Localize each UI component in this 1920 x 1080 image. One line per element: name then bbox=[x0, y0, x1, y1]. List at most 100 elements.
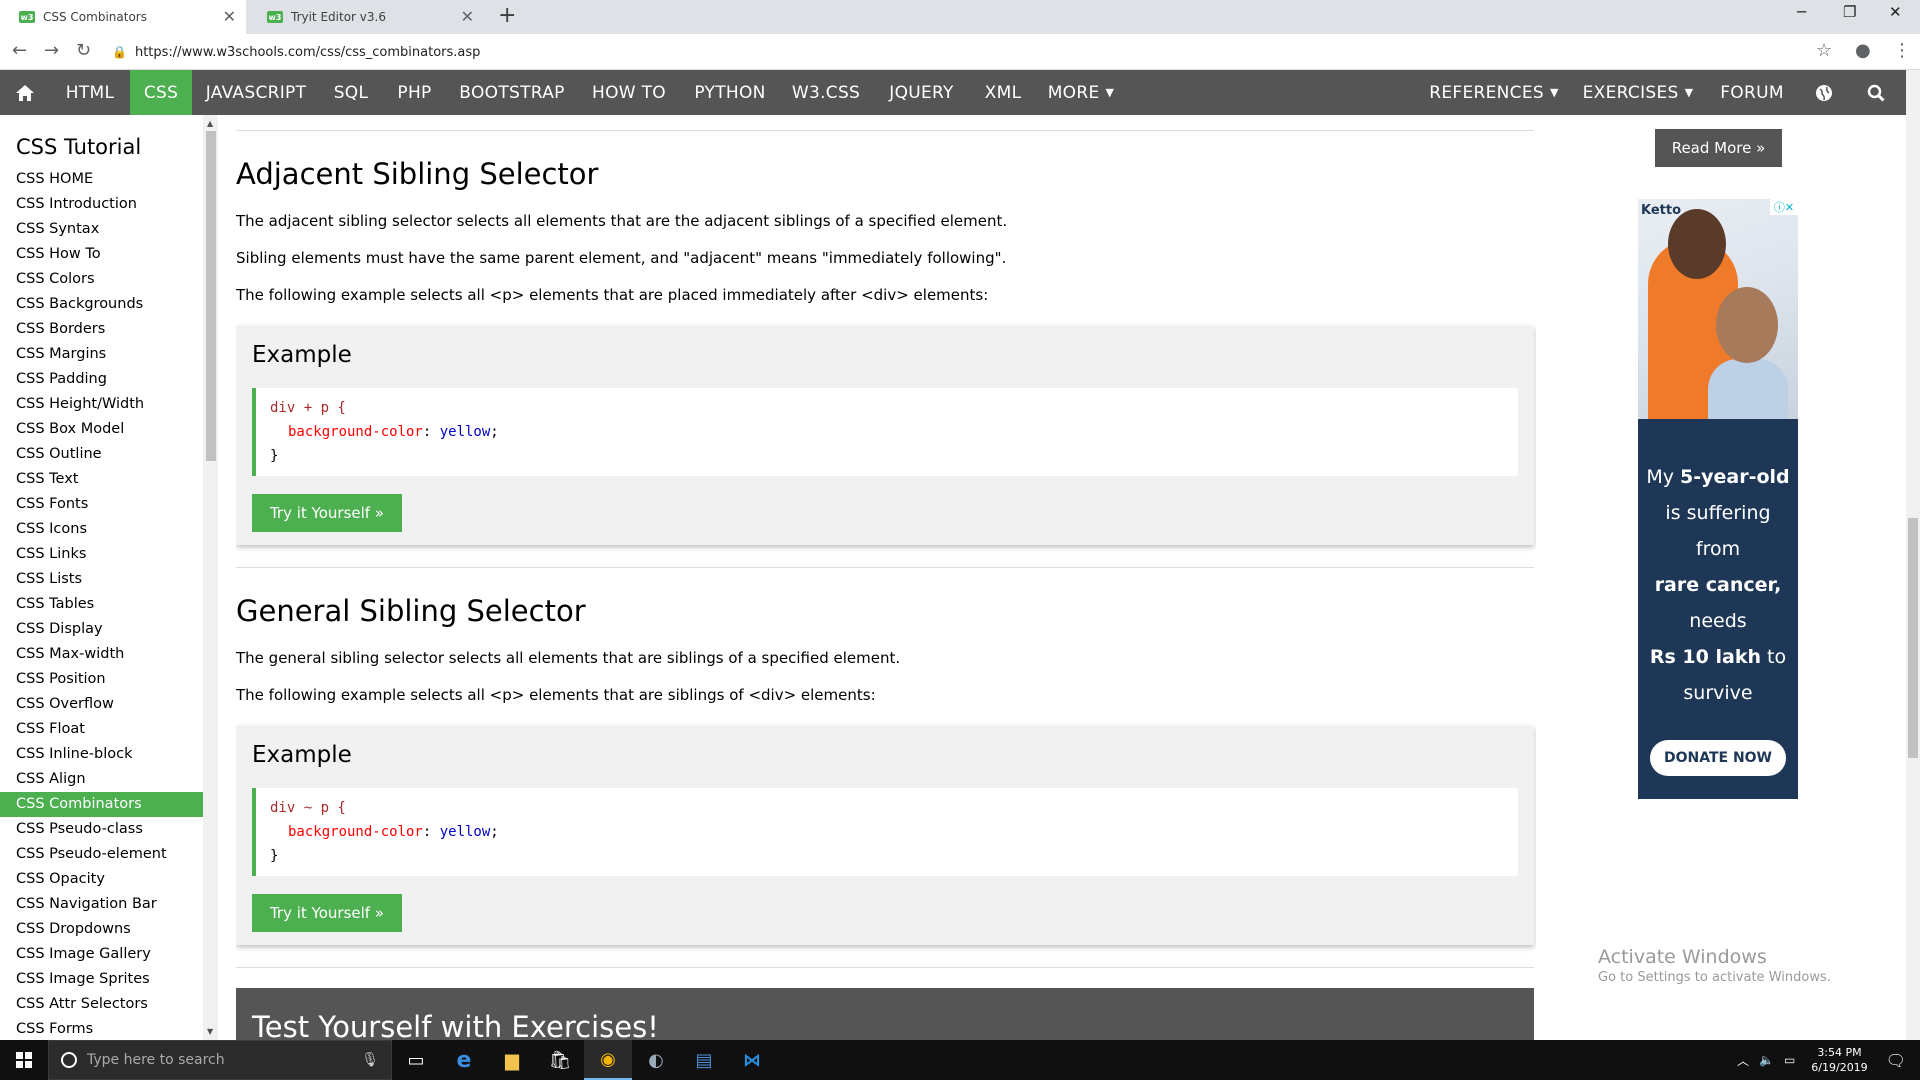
window-close-icon[interactable]: ✕ bbox=[1889, 3, 1902, 21]
vscode-icon[interactable]: ⋈ bbox=[728, 1040, 776, 1080]
sidebar-item-css-outline[interactable]: CSS Outline bbox=[0, 442, 203, 467]
sidebar-item-css-float[interactable]: CSS Float bbox=[0, 717, 203, 742]
nav-bootstrap[interactable]: BOOTSTRAP bbox=[447, 70, 577, 115]
minimize-icon[interactable]: ─ bbox=[1797, 3, 1806, 21]
sidebar-item-css-max-width[interactable]: CSS Max-width bbox=[0, 642, 203, 667]
nav-jquery[interactable]: JQUERY bbox=[873, 70, 970, 115]
code-block: div + p { background-color: yellow; } bbox=[252, 388, 1518, 476]
sidebar-item-css-links[interactable]: CSS Links bbox=[0, 542, 203, 567]
url-input[interactable]: 🔒 https://www.w3schools.com/css/css_comb… bbox=[112, 38, 1842, 66]
sidebar-item-css-dropdowns[interactable]: CSS Dropdowns bbox=[0, 917, 203, 942]
divider bbox=[236, 967, 1534, 968]
sidebar-item-css-display[interactable]: CSS Display bbox=[0, 617, 203, 642]
back-icon[interactable]: ← bbox=[12, 40, 27, 61]
windows-start-icon[interactable] bbox=[0, 1040, 48, 1080]
store-icon[interactable]: 🛍 bbox=[536, 1040, 584, 1080]
sidebar-item-css-tables[interactable]: CSS Tables bbox=[0, 592, 203, 617]
edge-icon[interactable]: e bbox=[440, 1040, 488, 1080]
caret-down-icon: ▼ bbox=[1684, 86, 1694, 99]
home-icon[interactable] bbox=[0, 70, 50, 115]
sidebar-item-css-image-gallery[interactable]: CSS Image Gallery bbox=[0, 942, 203, 967]
nav-xml[interactable]: XML bbox=[970, 70, 1036, 115]
try-it-yourself-button[interactable]: Try it Yourself » bbox=[252, 894, 402, 932]
notifications-icon[interactable]: 🗨 bbox=[1886, 1051, 1906, 1070]
sidebar-item-css-introduction[interactable]: CSS Introduction bbox=[0, 192, 203, 217]
sidebar-item-css-box-model[interactable]: CSS Box Model bbox=[0, 417, 203, 442]
sidebar-item-css-image-sprites[interactable]: CSS Image Sprites bbox=[0, 967, 203, 992]
nav-howto[interactable]: HOW TO bbox=[577, 70, 681, 115]
sidebar-item-css-forms[interactable]: CSS Forms bbox=[0, 1017, 203, 1040]
advertisement[interactable]: Ketto ⓘ✕ My 5-year-old is suffering from… bbox=[1638, 199, 1798, 799]
sidebar-item-css-how-to[interactable]: CSS How To bbox=[0, 242, 203, 267]
scroll-up-icon[interactable]: ▲ bbox=[207, 119, 213, 128]
chevron-up-icon[interactable]: ︿ bbox=[1737, 1052, 1749, 1069]
nav-python[interactable]: PYTHON bbox=[681, 70, 779, 115]
nav-html[interactable]: HTML bbox=[50, 70, 130, 115]
sidebar-item-css-position[interactable]: CSS Position bbox=[0, 667, 203, 692]
sidebar-item-css-pseudo-element[interactable]: CSS Pseudo-element bbox=[0, 842, 203, 867]
sidebar-item-css-text[interactable]: CSS Text bbox=[0, 467, 203, 492]
sidebar-item-css-combinators[interactable]: CSS Combinators bbox=[0, 792, 203, 817]
search-icon[interactable] bbox=[1854, 70, 1898, 115]
sidebar-item-css-icons[interactable]: CSS Icons bbox=[0, 517, 203, 542]
nav-sql[interactable]: SQL bbox=[320, 70, 382, 115]
sidebar-item-css-lists[interactable]: CSS Lists bbox=[0, 567, 203, 592]
menu-icon[interactable]: ⋮ bbox=[1893, 40, 1911, 61]
new-tab-icon[interactable]: + bbox=[498, 3, 516, 28]
donate-now-button[interactable]: DONATE NOW bbox=[1650, 740, 1786, 776]
sidebar-item-css-backgrounds[interactable]: CSS Backgrounds bbox=[0, 292, 203, 317]
nav-javascript[interactable]: JAVASCRIPT bbox=[192, 70, 320, 115]
page-scroll-thumb[interactable] bbox=[1908, 518, 1918, 758]
nav-exercises[interactable]: EXERCISES ▼ bbox=[1574, 70, 1702, 115]
sidebar-item-css-inline-block[interactable]: CSS Inline-block bbox=[0, 742, 203, 767]
sidebar-item-css-navigation-bar[interactable]: CSS Navigation Bar bbox=[0, 892, 203, 917]
tab-tryit-editor[interactable]: w3 Tryit Editor v3.6 ✕ bbox=[248, 0, 484, 34]
sidebar-item-css-overflow[interactable]: CSS Overflow bbox=[0, 692, 203, 717]
nav-references[interactable]: REFERENCES ▼ bbox=[1428, 70, 1560, 115]
sidebar-item-css-fonts[interactable]: CSS Fonts bbox=[0, 492, 203, 517]
nav-css[interactable]: CSS bbox=[130, 70, 192, 115]
sidebar-item-css-pseudo-class[interactable]: CSS Pseudo-class bbox=[0, 817, 203, 842]
forward-icon[interactable]: → bbox=[44, 40, 59, 61]
sidebar-item-css-opacity[interactable]: CSS Opacity bbox=[0, 867, 203, 892]
volume-icon[interactable]: 🔈 bbox=[1759, 1053, 1774, 1067]
chrome-icon[interactable]: ◉ bbox=[584, 1040, 632, 1080]
sidebar-item-css-home[interactable]: CSS HOME bbox=[0, 167, 203, 192]
close-icon[interactable]: ✕ bbox=[223, 7, 236, 26]
tab-css-combinators[interactable]: w3 CSS Combinators ✕ bbox=[0, 0, 246, 34]
close-icon[interactable]: ✕ bbox=[461, 7, 474, 26]
globe-icon[interactable] bbox=[1802, 70, 1846, 115]
ad-choices-icon[interactable]: ⓘ✕ bbox=[1770, 199, 1798, 215]
nav-forum[interactable]: FORUM bbox=[1712, 70, 1792, 115]
clock[interactable]: 3:54 PM 6/19/2019 bbox=[1811, 1045, 1867, 1075]
sidebar-item-css-height-width[interactable]: CSS Height/Width bbox=[0, 392, 203, 417]
scroll-down-icon[interactable]: ▼ bbox=[207, 1027, 213, 1036]
document-icon[interactable]: ▤ bbox=[680, 1040, 728, 1080]
sidebar-item-css-colors[interactable]: CSS Colors bbox=[0, 267, 203, 292]
taskbar-search-input[interactable]: Type here to search 🎙 bbox=[48, 1040, 392, 1080]
sidebar-item-css-borders[interactable]: CSS Borders bbox=[0, 317, 203, 342]
sidebar-item-css-syntax[interactable]: CSS Syntax bbox=[0, 217, 203, 242]
nav-php[interactable]: PHP bbox=[382, 70, 447, 115]
maximize-icon[interactable]: ❐ bbox=[1843, 3, 1856, 21]
sidebar-item-css-attr-selectors[interactable]: CSS Attr Selectors bbox=[0, 992, 203, 1017]
paragraph: The following example selects all <p> el… bbox=[236, 686, 876, 704]
nav-w3css[interactable]: W3.CSS bbox=[779, 70, 873, 115]
try-it-yourself-button[interactable]: Try it Yourself » bbox=[252, 494, 402, 532]
sidebar-item-css-margins[interactable]: CSS Margins bbox=[0, 342, 203, 367]
reload-icon[interactable]: ↻ bbox=[76, 40, 91, 61]
example-box: Example div ~ p { background-color: yell… bbox=[236, 726, 1534, 945]
task-view-icon[interactable]: ▭ bbox=[392, 1040, 440, 1080]
sidebar-item-css-padding[interactable]: CSS Padding bbox=[0, 367, 203, 392]
bookmark-star-icon[interactable]: ☆ bbox=[1816, 40, 1832, 61]
nav-more[interactable]: MORE ▼ bbox=[1036, 70, 1126, 115]
file-explorer-icon[interactable]: ▆ bbox=[488, 1040, 536, 1080]
profile-icon[interactable]: ● bbox=[1855, 40, 1871, 61]
sidebar-item-css-align[interactable]: CSS Align bbox=[0, 767, 203, 792]
tab-title: CSS Combinators bbox=[43, 10, 147, 24]
eclipse-icon[interactable]: ◐ bbox=[632, 1040, 680, 1080]
microphone-icon[interactable]: 🎙 bbox=[361, 1052, 379, 1068]
read-more-button[interactable]: Read More » bbox=[1655, 129, 1782, 167]
network-icon[interactable]: ▭ bbox=[1784, 1053, 1795, 1067]
sidebar-scroll-thumb[interactable] bbox=[206, 131, 216, 461]
